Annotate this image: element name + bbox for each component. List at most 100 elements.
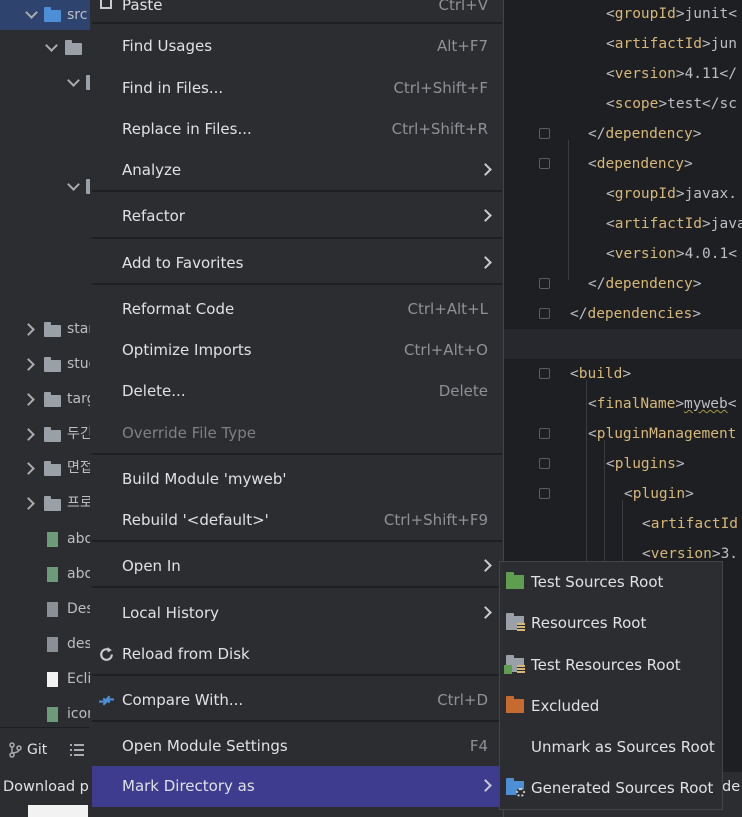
fold-marker-icon[interactable] xyxy=(539,488,550,499)
chevron-right-icon[interactable] xyxy=(22,323,35,336)
submenu-item-excluded[interactable]: Excluded xyxy=(500,686,722,727)
code-token-tag: plugin xyxy=(632,486,686,502)
tree-row[interactable]: Eclip xyxy=(0,664,90,694)
folder-icon xyxy=(44,357,61,372)
chevron-down-icon[interactable] xyxy=(67,74,80,87)
chevron-down-icon[interactable] xyxy=(25,6,38,19)
tree-row[interactable]: 두긴 xyxy=(0,419,90,449)
chevron-down-icon[interactable] xyxy=(67,178,80,191)
chevron-right-icon[interactable] xyxy=(22,393,35,406)
git-tool-button[interactable]: Git xyxy=(6,738,52,762)
fold-marker-icon[interactable] xyxy=(539,458,550,469)
code-token-tag: groupId xyxy=(614,186,676,202)
code-token-tag: pluginManagement xyxy=(596,426,737,442)
code-line: </dependencies> xyxy=(570,299,701,329)
code-token-open: </ xyxy=(588,126,606,142)
menu-item-find-usages[interactable]: Find Usages Alt+F7 xyxy=(92,26,502,67)
submenu-item-test-sources-root[interactable]: Test Sources Root xyxy=(500,562,722,603)
menu-item-reload-from-disk[interactable]: Reload from Disk xyxy=(92,634,502,675)
code-token-tag: version xyxy=(650,546,712,562)
tree-row[interactable]: star xyxy=(0,314,90,344)
fold-marker-icon[interactable] xyxy=(539,128,550,139)
test-sources-folder-icon xyxy=(506,572,524,589)
chevron-right-icon[interactable] xyxy=(22,358,35,371)
menu-item-shortcut: Ctrl+Shift+F xyxy=(393,79,488,97)
menu-item-label: Rebuild '<default>' xyxy=(122,511,269,529)
menu-item-open-in[interactable]: Open In xyxy=(92,546,502,587)
list-icon[interactable] xyxy=(70,744,84,756)
project-tree[interactable]: src star stud targ 두긴 면접 프로 xyxy=(0,0,90,727)
menu-item-local-history[interactable]: Local History xyxy=(92,593,502,634)
folder-icon xyxy=(65,40,82,55)
fold-marker-icon[interactable] xyxy=(539,368,550,379)
menu-item-compare-with[interactable]: Compare With... Ctrl+D xyxy=(92,680,502,721)
context-menu: Paste Ctrl+V Find Usages Alt+F7 Find in … xyxy=(90,0,504,817)
code-line: <build> xyxy=(570,359,631,389)
code-token-close: > xyxy=(675,396,685,412)
menu-item-replace-in-files[interactable]: Replace in Files... Ctrl+Shift+R xyxy=(92,109,502,150)
code-line: <version>4.0.1< xyxy=(606,239,737,269)
code-token-tag: groupId xyxy=(614,6,676,22)
fold-marker-icon[interactable] xyxy=(539,308,550,319)
menu-item-rebuild[interactable]: Rebuild '<default>' Ctrl+Shift+F9 xyxy=(92,500,502,541)
reload-icon xyxy=(100,647,113,661)
code-token-tag: finalName xyxy=(596,396,676,412)
tree-row[interactable] xyxy=(0,68,90,98)
menu-item-build-module[interactable]: Build Module 'myweb' xyxy=(92,459,502,500)
chevron-right-icon xyxy=(479,256,492,269)
submenu-item-resources-root[interactable]: Resources Root xyxy=(500,603,722,644)
tree-row[interactable]: icon xyxy=(0,699,90,727)
tree-row[interactable]: stud xyxy=(0,349,90,379)
submenu-item-unmark-as-sources-root[interactable]: Unmark as Sources Root xyxy=(500,727,722,768)
chevron-right-icon[interactable] xyxy=(22,462,35,475)
status-text-right: de xyxy=(722,779,741,795)
tree-row-label: targ xyxy=(67,391,90,407)
status-text: Download pr xyxy=(3,779,95,795)
code-token-open: < xyxy=(588,396,597,412)
chevron-down-icon[interactable] xyxy=(45,39,58,52)
menu-separator xyxy=(92,22,502,24)
menu-item-mark-directory-as[interactable]: Mark Directory as xyxy=(92,766,502,807)
fold-marker-icon[interactable] xyxy=(539,428,550,439)
code-token-text: 4.11 xyxy=(684,66,720,82)
code-token-close: > xyxy=(658,96,668,112)
tree-row[interactable]: 프로 xyxy=(0,488,90,518)
submenu-item-generated-sources-root[interactable]: Generated Sources Root xyxy=(500,768,722,809)
menu-item-optimize-imports[interactable]: Optimize Imports Ctrl+Alt+O xyxy=(92,330,502,371)
tree-row[interactable] xyxy=(0,172,90,202)
tree-row-label: src xyxy=(67,7,88,23)
submenu-item-label: Resources Root xyxy=(531,614,647,632)
menu-item-delete[interactable]: Delete... Delete xyxy=(92,371,502,412)
menu-item-add-to-favorites[interactable]: Add to Favorites xyxy=(92,243,502,284)
tree-row[interactable] xyxy=(0,33,90,63)
tree-row[interactable]: Des xyxy=(0,594,90,624)
tree-row[interactable]: abo xyxy=(0,559,90,589)
menu-item-open-module-settings[interactable]: Open Module Settings F4 xyxy=(92,726,502,767)
folder-icon xyxy=(44,427,61,442)
code-token-text: javax. xyxy=(684,186,737,202)
menu-item-label: Reformat Code xyxy=(122,300,235,318)
menu-item-label: Analyze xyxy=(122,161,182,179)
fold-marker-icon[interactable] xyxy=(539,278,550,289)
menu-item-label: Replace in Files... xyxy=(122,120,252,138)
submenu-item-test-resources-root[interactable]: Test Resources Root xyxy=(500,645,722,686)
chevron-right-icon xyxy=(479,606,492,619)
menu-item-analyze[interactable]: Analyze xyxy=(92,150,502,191)
tree-row[interactable]: targ xyxy=(0,384,90,414)
tree-row[interactable]: 면접 xyxy=(0,453,90,483)
code-line: <artifactId>jun xyxy=(606,29,737,59)
tree-row[interactable]: des xyxy=(0,629,90,659)
chevron-right-icon[interactable] xyxy=(22,428,35,441)
fold-marker-icon[interactable] xyxy=(539,158,550,169)
tree-row-src[interactable]: src xyxy=(0,0,90,30)
menu-item-refactor[interactable]: Refactor xyxy=(92,196,502,237)
menu-separator xyxy=(92,190,502,192)
menu-item-label: Open In xyxy=(122,557,181,575)
chevron-right-icon[interactable] xyxy=(22,497,35,510)
submenu-item-label: Unmark as Sources Root xyxy=(531,738,715,756)
tree-row[interactable]: abo xyxy=(0,524,90,554)
menu-item-find-in-files[interactable]: Find in Files... Ctrl+Shift+F xyxy=(92,68,502,109)
menu-item-reformat-code[interactable]: Reformat Code Ctrl+Alt+L xyxy=(92,289,502,330)
code-token-tag: dependency xyxy=(605,276,693,292)
menu-item-label: Add to Favorites xyxy=(122,254,244,272)
